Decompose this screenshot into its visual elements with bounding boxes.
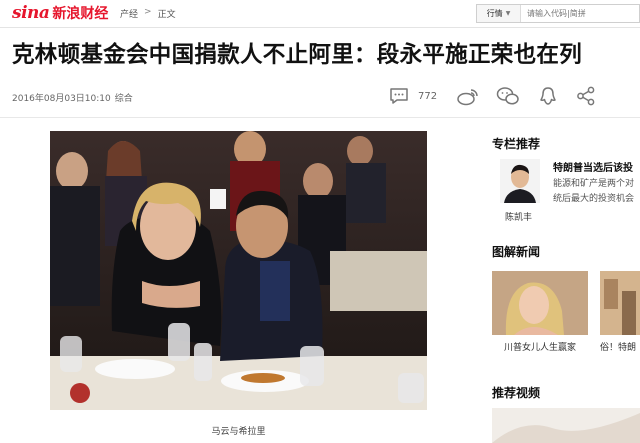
column-summary-line: 统后最大的投资机会 [553,194,635,204]
chevron-down-icon: ▼ [505,10,511,17]
sina-finance-logo[interactable]: sina 新浪财经 [12,3,108,23]
search-box: 行情 ▼ [476,4,640,23]
breadcrumb-industry[interactable]: 产经 [120,7,138,20]
article-photo [50,131,427,410]
search-type-value: 行情 [486,9,503,18]
video-thumbnail[interactable] [492,408,640,443]
image-news-caption[interactable]: 川普女儿人生赢家 [492,340,588,353]
share-weibo-button[interactable] [455,84,481,108]
column-summary-line: 能源和矿产是两个对 [553,179,635,189]
wechat-icon [496,87,519,105]
article-title: 克林顿基金会中国捐款人不止阿里：段永平施正荣也在列 [12,42,583,68]
article-meta: 2016年08月03日10:10 综合 [12,91,133,104]
photo-dinner-scene [50,131,427,410]
search-type-select[interactable]: 行情 ▼ [477,5,521,22]
comment-button[interactable] [388,84,410,108]
search-input[interactable] [521,9,639,18]
column-section-title: 专栏推荐 [492,137,541,151]
publish-datetime: 2016年08月03日10:10 [12,94,111,104]
author-portrait [500,159,540,203]
breadcrumb-separator: > [144,7,152,17]
share-weibo-icon [457,89,478,106]
article-actions: 772 [388,84,597,108]
column-headline[interactable]: 特朗普当选后该投 [553,159,640,174]
author-avatar[interactable] [500,159,540,203]
share-qq-button[interactable] [537,84,559,108]
video-preview [492,408,640,443]
author-name[interactable]: 陈凯丰 [505,210,532,223]
logo-cn-text: 新浪财经 [52,6,109,22]
image-news-caption[interactable]: 俗！特朗 [600,340,640,353]
article-source: 综合 [114,94,133,104]
image-news-photo [492,271,588,335]
share-icon [577,86,595,106]
breadcrumb-current: 正文 [157,10,176,20]
comment-icon [390,88,408,104]
logo-sina-text: sina [12,3,50,23]
image-news-title: 图解新闻 [492,245,541,259]
image-news-thumb-2[interactable] [600,271,640,335]
share-more-button[interactable] [575,84,597,108]
share-wechat-button[interactable] [495,84,521,108]
photo-caption: 马云与希拉里 [211,427,266,437]
image-news-thumb-1[interactable] [492,271,588,335]
image-news-photo [600,271,640,335]
comment-count[interactable]: 772 [418,91,437,102]
breadcrumb: 产经 > 正文 [120,7,176,20]
qq-icon [540,87,556,105]
video-section-title: 推荐视频 [492,386,541,400]
header-divider [0,117,640,118]
column-summary: 能源和矿产是两个对 统后最大的投资机会 [553,177,640,207]
top-bar: sina 新浪财经 产经 > 正文 行情 ▼ [0,0,640,28]
